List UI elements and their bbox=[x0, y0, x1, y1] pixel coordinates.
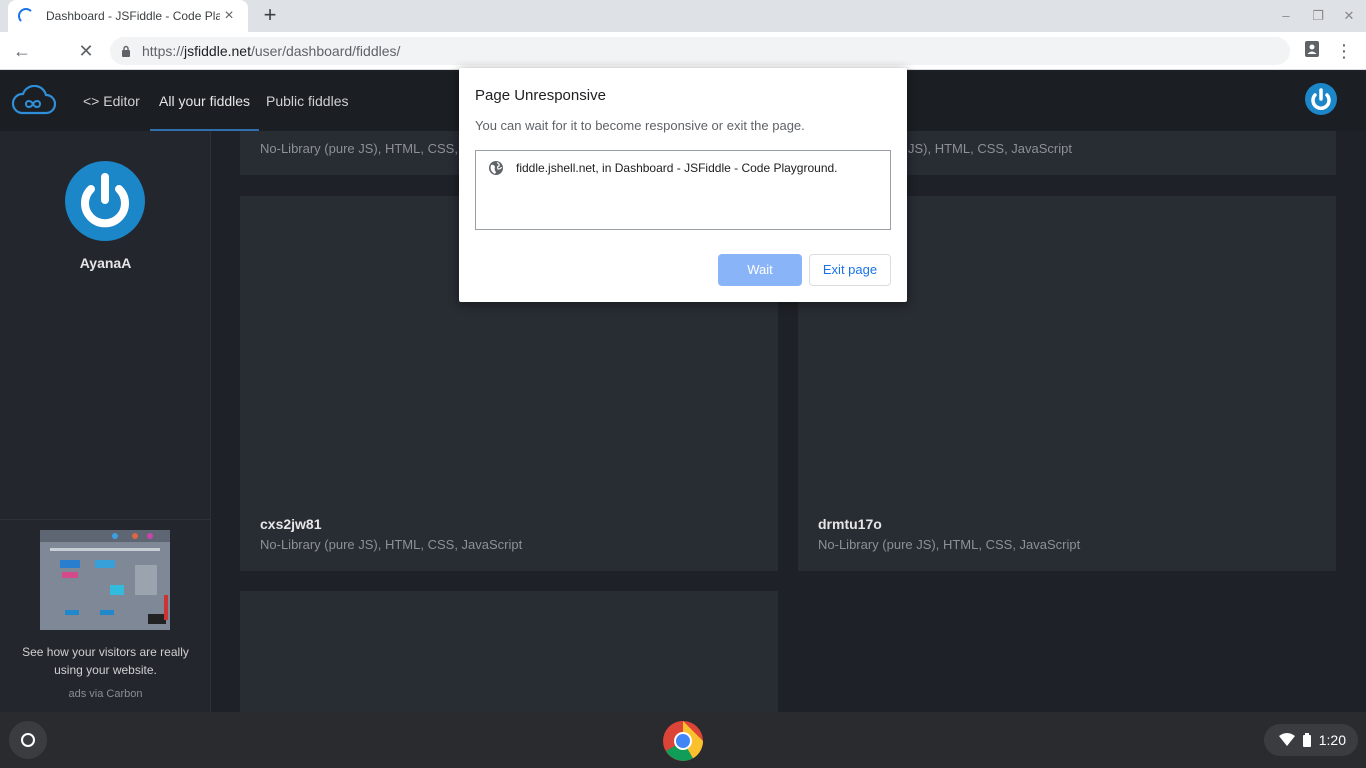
fiddle-title[interactable]: cxs2jw81 bbox=[260, 516, 322, 532]
chrome-icon[interactable] bbox=[662, 720, 704, 762]
page-unresponsive-dialog: Page Unresponsive You can wait for it to… bbox=[459, 68, 907, 302]
fiddle-card[interactable] bbox=[240, 591, 778, 712]
user-avatar[interactable] bbox=[1305, 83, 1337, 115]
divider bbox=[0, 519, 211, 520]
fiddle-title[interactable]: drmtu17o bbox=[818, 516, 882, 532]
jsfiddle-logo-icon[interactable] bbox=[10, 85, 56, 117]
sidebar: AyanaA See how your visitors are really … bbox=[0, 131, 211, 712]
close-tab-icon[interactable]: × bbox=[220, 7, 238, 25]
nav-editor[interactable]: <> Editor bbox=[83, 71, 140, 131]
menu-icon[interactable]: ⋮ bbox=[1331, 38, 1357, 64]
tab-title: Dashboard - JSFiddle - Code Playground bbox=[46, 9, 220, 23]
nav-all-fiddles[interactable]: All your fiddles bbox=[150, 71, 260, 131]
profile-avatar[interactable] bbox=[64, 160, 146, 242]
browser-toolbar: ← ✕ https://jsfiddle.net/user/dashboard/… bbox=[0, 32, 1366, 70]
profile-icon[interactable] bbox=[1299, 38, 1325, 64]
launcher-button[interactable] bbox=[9, 721, 47, 759]
fiddle-meta: JS), HTML, CSS, JavaScript bbox=[908, 141, 1072, 156]
unresponsive-page-entry: fiddle.jshell.net, in Dashboard - JSFidd… bbox=[516, 161, 838, 175]
os-shelf: 1:20 bbox=[0, 712, 1366, 768]
nav-editor-label: Editor bbox=[103, 93, 140, 109]
globe-icon bbox=[489, 161, 503, 175]
dialog-message: You can wait for it to become responsive… bbox=[475, 118, 805, 133]
wait-button[interactable]: Wait bbox=[718, 254, 802, 286]
stop-button[interactable]: ✕ bbox=[73, 38, 99, 64]
battery-icon bbox=[1302, 733, 1311, 747]
minimize-icon[interactable]: – bbox=[1278, 8, 1294, 24]
ad-via-link[interactable]: ads via Carbon bbox=[0, 688, 211, 700]
browser-tab[interactable]: Dashboard - JSFiddle - Code Playground × bbox=[8, 0, 248, 32]
dialog-title: Page Unresponsive bbox=[475, 87, 606, 104]
fiddle-meta: No-Library (pure JS), HTML, CSS, JavaScr… bbox=[260, 537, 523, 552]
address-bar[interactable]: https://jsfiddle.net/user/dashboard/fidd… bbox=[110, 37, 1290, 65]
restore-icon[interactable]: ❐ bbox=[1310, 8, 1326, 24]
new-tab-button[interactable]: + bbox=[258, 4, 282, 28]
username: AyanaA bbox=[79, 255, 132, 271]
wifi-icon bbox=[1278, 733, 1295, 746]
loading-spinner-icon bbox=[18, 8, 34, 24]
fiddle-meta: No-Library (pure JS), HTML, CSS, Ja bbox=[260, 141, 476, 156]
fiddle-meta: No-Library (pure JS), HTML, CSS, JavaScr… bbox=[818, 537, 1081, 552]
code-icon: <> bbox=[83, 93, 100, 109]
nav-public-fiddles[interactable]: Public fiddles bbox=[266, 71, 349, 131]
back-button[interactable]: ← bbox=[9, 38, 35, 64]
status-tray[interactable]: 1:20 bbox=[1264, 724, 1358, 756]
tab-strip: Dashboard - JSFiddle - Code Playground ×… bbox=[0, 0, 1366, 32]
exit-page-button[interactable]: Exit page bbox=[809, 254, 891, 286]
lock-icon bbox=[120, 45, 132, 57]
unresponsive-pages-list: fiddle.jshell.net, in Dashboard - JSFidd… bbox=[475, 150, 891, 230]
ad-text[interactable]: See how your visitors are really using y… bbox=[10, 643, 201, 679]
close-window-icon[interactable]: ✕ bbox=[1341, 8, 1357, 24]
ad-image[interactable] bbox=[40, 530, 170, 630]
url-text: https://jsfiddle.net/user/dashboard/fidd… bbox=[142, 43, 401, 59]
clock: 1:20 bbox=[1318, 732, 1346, 748]
